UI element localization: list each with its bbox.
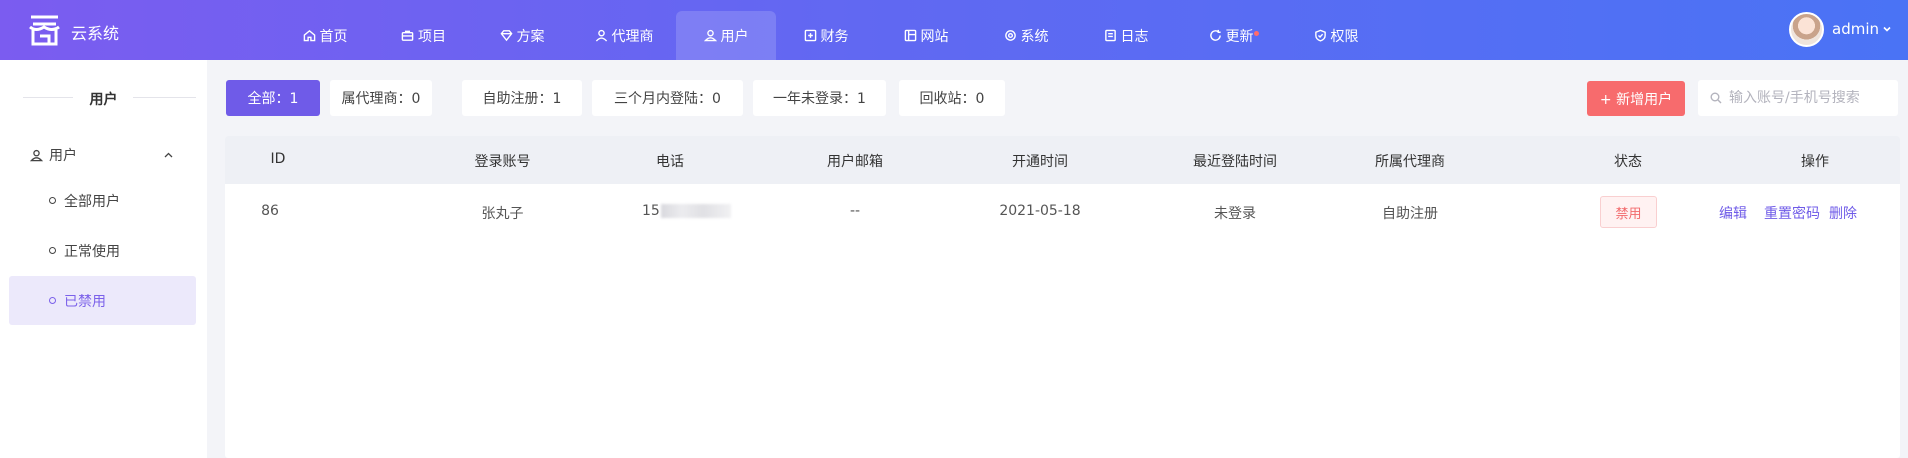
filter-login-3-months[interactable]: 三个月内登陆：0	[592, 80, 743, 116]
user-menu[interactable]: admin	[1832, 20, 1892, 38]
column-header-email: 用户邮箱	[827, 154, 883, 170]
edit-link[interactable]: 编辑	[1719, 203, 1747, 223]
nav-item-finance[interactable]: 财务	[776, 11, 876, 60]
user-icon	[595, 29, 607, 42]
cell-opened: 2021-05-18	[999, 203, 1081, 219]
nav-item-projects[interactable]: 项目	[375, 11, 472, 60]
refresh-icon	[1209, 29, 1221, 41]
sidebar-item-label: 已禁用	[64, 293, 106, 310]
brand-name[interactable]: 云系统	[71, 20, 119, 44]
chevron-up-icon	[164, 152, 173, 158]
search-box[interactable]	[1698, 80, 1898, 116]
status-badge: 禁用	[1600, 196, 1657, 228]
column-header-actions: 操作	[1801, 154, 1829, 170]
column-header-account: 登录账号	[474, 154, 531, 170]
sidebar-item-active-users[interactable]: 正常使用	[9, 226, 196, 275]
nav-item-home[interactable]: 首页	[275, 11, 375, 60]
nav-label: 日志	[1120, 28, 1149, 45]
nav-label: 代理商	[611, 28, 654, 45]
phone-visible-digits: 15	[642, 203, 660, 219]
nav-label: 更新	[1225, 28, 1254, 45]
nav-label: 用户	[720, 28, 749, 45]
settings-icon	[1004, 30, 1016, 41]
add-user-button[interactable]: + 新增用户	[1587, 81, 1685, 116]
nav-item-logs[interactable]: 日志	[1076, 11, 1176, 60]
nav-label: 系统	[1020, 28, 1049, 45]
briefcase-icon	[401, 30, 414, 41]
nav-item-plans[interactable]: 方案	[472, 11, 572, 60]
shield-icon	[1314, 29, 1326, 42]
home-icon	[303, 29, 315, 42]
cell-account: 张丸子	[481, 206, 524, 222]
phone-redaction	[660, 204, 731, 218]
search-icon	[1710, 92, 1722, 104]
nav-item-agents[interactable]: 代理商	[572, 11, 676, 60]
cell-last-login: 未登录	[1214, 206, 1256, 222]
sidebar-group-label: 用户	[49, 148, 77, 164]
column-header-opened: 开通时间	[1012, 154, 1068, 170]
sidebar-item-label: 正常使用	[64, 243, 120, 260]
nav-item-website[interactable]: 网站	[876, 11, 976, 60]
filter-recycle-bin[interactable]: 回收站：0	[899, 80, 1005, 116]
sidebar-item-label: 全部用户	[64, 193, 120, 210]
cell-id: 86	[261, 203, 279, 219]
filter-no-login-1-year[interactable]: 一年未登录：1	[753, 80, 886, 116]
sidebar-group-users[interactable]: 用户	[30, 144, 180, 166]
diamond-icon	[499, 30, 513, 42]
main-content: 全部：1 属代理商：0 自助注册：1 三个月内登陆：0 一年未登录：1 回收站：…	[207, 60, 1908, 458]
nav-label: 财务	[820, 28, 849, 45]
users-icon	[703, 29, 717, 42]
sidebar-title: 用户	[89, 92, 118, 108]
users-table: ID 登录账号 电话 用户邮箱 开通时间 最近登陆时间 所属代理商 状态 操作 …	[225, 136, 1900, 458]
update-badge-dot	[1254, 31, 1259, 36]
bullet-icon	[49, 197, 56, 204]
finance-icon	[804, 29, 816, 42]
nav-item-permissions[interactable]: 权限	[1286, 11, 1386, 60]
column-header-last-login: 最近登陆时间	[1193, 154, 1277, 170]
filter-all[interactable]: 全部：1	[226, 80, 320, 116]
nav-label: 网站	[920, 28, 949, 45]
delete-link[interactable]: 删除	[1829, 203, 1857, 223]
main-nav: 首页 项目 方案 代理商 用户 财务 网站 系统 日志 更新 权限	[275, 11, 1386, 60]
bullet-icon	[49, 247, 56, 254]
nav-item-system[interactable]: 系统	[976, 11, 1076, 60]
nav-label: 权限	[1330, 28, 1359, 45]
nav-item-users[interactable]: 用户	[676, 11, 776, 60]
column-header-phone: 电话	[656, 154, 684, 170]
column-header-agent: 所属代理商	[1375, 154, 1445, 170]
table-header: ID 登录账号 电话 用户邮箱 开通时间 最近登陆时间 所属代理商 状态 操作	[225, 136, 1900, 184]
nav-label: 方案	[516, 28, 545, 45]
nav-item-updates[interactable]: 更新	[1176, 11, 1286, 60]
user-name: admin	[1832, 20, 1879, 38]
sidebar: 用户 用户 全部用户 正常使用 已禁用	[0, 60, 207, 458]
cell-phone: 15	[642, 203, 742, 219]
cell-email: --	[849, 203, 861, 219]
nav-label: 首页	[319, 28, 348, 45]
chevron-down-icon	[1883, 26, 1891, 32]
column-header-id: ID	[270, 151, 286, 167]
sidebar-item-all-users[interactable]: 全部用户	[9, 176, 196, 225]
column-header-status: 状态	[1614, 154, 1642, 170]
filter-agent[interactable]: 属代理商：0	[330, 80, 432, 116]
log-icon	[1104, 29, 1116, 42]
filter-self-register[interactable]: 自助注册：1	[462, 80, 582, 116]
cell-agent: 自助注册	[1382, 206, 1438, 222]
website-icon	[904, 29, 916, 42]
reset-password-link[interactable]: 重置密码	[1764, 203, 1820, 223]
sidebar-item-disabled-users[interactable]: 已禁用	[9, 276, 196, 325]
store-logo-icon[interactable]	[28, 14, 61, 46]
bullet-icon	[49, 297, 56, 304]
top-header: 云系统 首页 项目 方案 代理商 用户 财务 网站 系统 日志 更新 权限 ad…	[0, 0, 1908, 60]
nav-label: 项目	[418, 28, 446, 45]
search-input[interactable]	[1729, 90, 1889, 106]
table-row: 86 张丸子 15 -- 2021-05-18 未登录 自助注册 禁用 编辑 重…	[225, 184, 1900, 242]
users-icon	[30, 149, 43, 161]
avatar[interactable]	[1789, 12, 1824, 47]
